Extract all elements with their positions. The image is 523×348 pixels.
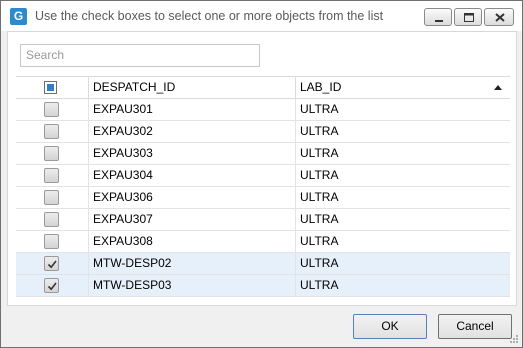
checked-checkbox[interactable] (44, 256, 59, 271)
checked-checkbox[interactable] (44, 278, 59, 293)
table-header: DESPATCH_ID LAB_ID (16, 76, 510, 99)
minimize-icon (435, 20, 443, 22)
table-row[interactable]: EXPAU307 ULTRA (16, 209, 510, 231)
cell-lab-id: ULTRA (300, 212, 339, 226)
table-row[interactable]: EXPAU301 ULTRA (16, 99, 510, 121)
table-row[interactable]: MTW-DESP02 ULTRA (16, 253, 510, 275)
row-checkbox-cell[interactable] (16, 231, 88, 252)
sort-ascending-icon (494, 85, 502, 90)
cell-lab-id: ULTRA (300, 168, 339, 182)
cell-despatch-id: EXPAU307 (93, 212, 153, 226)
header-select-all-cell[interactable] (16, 77, 88, 98)
cell-despatch-id: EXPAU303 (93, 146, 153, 160)
cell-lab-id: ULTRA (300, 234, 339, 248)
close-button[interactable] (484, 8, 514, 26)
cell-lab-id: ULTRA (300, 190, 339, 204)
maximize-button[interactable] (454, 8, 482, 26)
row-checkbox-cell[interactable] (16, 143, 88, 164)
column-header-lab-id[interactable]: LAB_ID (296, 77, 510, 98)
window-title: Use the check boxes to select one or mor… (35, 9, 384, 23)
row-checkbox-cell[interactable] (16, 121, 88, 142)
cell-lab-id: ULTRA (300, 124, 339, 138)
minimize-button[interactable] (424, 8, 452, 26)
close-icon (495, 13, 505, 22)
unchecked-checkbox[interactable] (44, 234, 59, 249)
table-row[interactable]: MTW-DESP03 ULTRA (16, 275, 510, 297)
table-row[interactable]: EXPAU302 ULTRA (16, 121, 510, 143)
row-checkbox-cell[interactable] (16, 165, 88, 186)
row-checkbox-cell[interactable] (16, 275, 88, 296)
cell-despatch-id: MTW-DESP02 (93, 256, 172, 270)
cell-despatch-id: MTW-DESP03 (93, 278, 172, 292)
checkmark-icon (47, 260, 57, 269)
unchecked-checkbox[interactable] (44, 146, 59, 161)
resize-grip-icon[interactable] (509, 334, 519, 344)
unchecked-checkbox[interactable] (44, 212, 59, 227)
cell-despatch-id: EXPAU306 (93, 190, 153, 204)
checkmark-icon (47, 282, 57, 291)
select-all-checkbox[interactable] (44, 81, 57, 94)
table-row[interactable]: EXPAU306 ULTRA (16, 187, 510, 209)
table-row[interactable]: EXPAU308 ULTRA (16, 231, 510, 253)
search-input[interactable]: Search (20, 44, 260, 67)
cell-despatch-id: EXPAU302 (93, 124, 153, 138)
cell-lab-id: ULTRA (300, 256, 339, 270)
row-checkbox-cell[interactable] (16, 99, 88, 120)
cell-lab-id: ULTRA (300, 146, 339, 160)
row-checkbox-cell[interactable] (16, 187, 88, 208)
column-header-lab-id-label: LAB_ID (300, 80, 342, 94)
cancel-button[interactable]: Cancel (438, 314, 512, 339)
row-checkbox-cell[interactable] (16, 209, 88, 230)
ok-button[interactable]: OK (353, 314, 427, 339)
title-bar[interactable]: G Use the check boxes to select one or m… (1, 1, 522, 31)
cell-lab-id: ULTRA (300, 102, 339, 116)
unchecked-checkbox[interactable] (44, 168, 59, 183)
cell-despatch-id: EXPAU308 (93, 234, 153, 248)
row-checkbox-cell[interactable] (16, 253, 88, 274)
maximize-icon (464, 13, 474, 22)
column-header-despatch-id[interactable]: DESPATCH_ID (89, 77, 295, 98)
cell-despatch-id: EXPAU304 (93, 168, 153, 182)
unchecked-checkbox[interactable] (44, 124, 59, 139)
dialog-window: G Use the check boxes to select one or m… (0, 0, 523, 348)
content-panel: Search DESPATCH_ID LAB_ID EXPAU301 ULTRA E… (7, 31, 517, 306)
unchecked-checkbox[interactable] (44, 102, 59, 117)
cell-lab-id: ULTRA (300, 278, 339, 292)
table-row[interactable]: EXPAU303 ULTRA (16, 143, 510, 165)
cell-despatch-id: EXPAU301 (93, 102, 153, 116)
app-logo-icon: G (10, 8, 27, 25)
unchecked-checkbox[interactable] (44, 190, 59, 205)
table-row[interactable]: EXPAU304 ULTRA (16, 165, 510, 187)
